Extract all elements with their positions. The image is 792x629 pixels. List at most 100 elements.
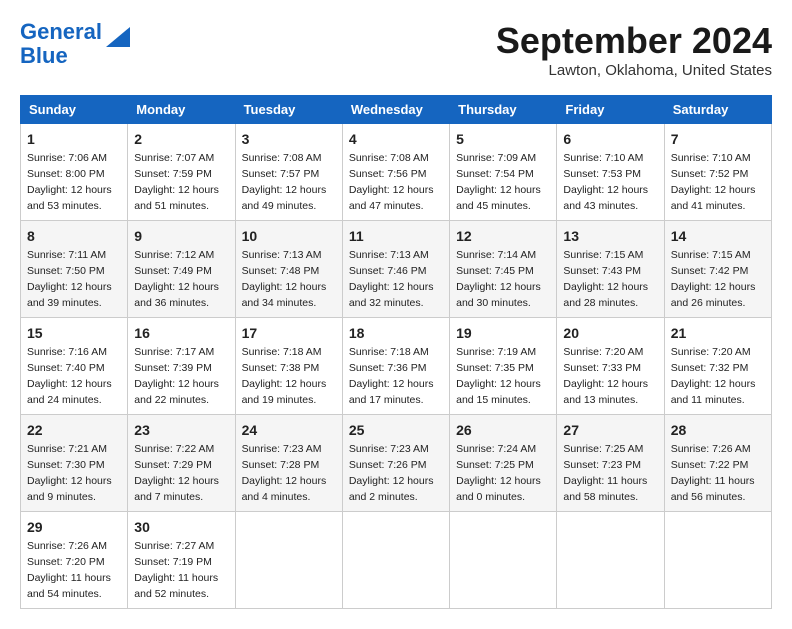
- day-detail: Sunrise: 7:20 AM Sunset: 7:33 PM Dayligh…: [563, 346, 648, 406]
- day-detail: Sunrise: 7:07 AM Sunset: 7:59 PM Dayligh…: [134, 152, 219, 212]
- day-detail: Sunrise: 7:15 AM Sunset: 7:42 PM Dayligh…: [671, 249, 756, 309]
- calendar-cell: 2 Sunrise: 7:07 AM Sunset: 7:59 PM Daylig…: [128, 124, 235, 221]
- calendar-cell: 5 Sunrise: 7:09 AM Sunset: 7:54 PM Daylig…: [450, 124, 557, 221]
- day-detail: Sunrise: 7:20 AM Sunset: 7:32 PM Dayligh…: [671, 346, 756, 406]
- location-subtitle: Lawton, Oklahoma, United States: [496, 62, 772, 79]
- day-detail: Sunrise: 7:15 AM Sunset: 7:43 PM Dayligh…: [563, 249, 648, 309]
- day-detail: Sunrise: 7:24 AM Sunset: 7:25 PM Dayligh…: [456, 443, 541, 503]
- calendar-cell: 29 Sunrise: 7:26 AM Sunset: 7:20 PM Dayli…: [21, 512, 128, 609]
- day-number: 2: [134, 129, 228, 149]
- day-detail: Sunrise: 7:16 AM Sunset: 7:40 PM Dayligh…: [27, 346, 112, 406]
- day-number: 15: [27, 323, 121, 343]
- calendar-cell: 30Sunrise: 7:27 AM Sunset: 7:19 PM Dayli…: [128, 512, 235, 609]
- day-number: 18: [349, 323, 443, 343]
- calendar-cell: 22 Sunrise: 7:21 AM Sunset: 7:30 PM Dayli…: [21, 415, 128, 512]
- day-number: 11: [349, 226, 443, 246]
- day-number: 5: [456, 129, 550, 149]
- day-detail: Sunrise: 7:10 AM Sunset: 7:53 PM Dayligh…: [563, 152, 648, 212]
- calendar-cell: 28 Sunrise: 7:26 AM Sunset: 7:22 PM Dayli…: [664, 415, 771, 512]
- calendar-cell: 13 Sunrise: 7:15 AM Sunset: 7:43 PM Dayli…: [557, 221, 664, 318]
- calendar-cell: 6 Sunrise: 7:10 AM Sunset: 7:53 PM Daylig…: [557, 124, 664, 221]
- day-number: 21: [671, 323, 765, 343]
- calendar-cell: 27Sunrise: 7:25 AM Sunset: 7:23 PM Dayli…: [557, 415, 664, 512]
- day-number: 19: [456, 323, 550, 343]
- day-number: 28: [671, 420, 765, 440]
- day-number: 17: [242, 323, 336, 343]
- weekday-header-monday: Monday: [128, 96, 235, 124]
- calendar-cell: 25 Sunrise: 7:23 AM Sunset: 7:26 PM Dayli…: [342, 415, 449, 512]
- day-number: 1: [27, 129, 121, 149]
- day-number: 16: [134, 323, 228, 343]
- day-detail: Sunrise: 7:14 AM Sunset: 7:45 PM Dayligh…: [456, 249, 541, 309]
- day-detail: Sunrise: 7:23 AM Sunset: 7:26 PM Dayligh…: [349, 443, 434, 503]
- day-detail: Sunrise: 7:08 AM Sunset: 7:57 PM Dayligh…: [242, 152, 327, 212]
- day-detail: Sunrise: 7:26 AM Sunset: 7:22 PM Dayligh…: [671, 443, 755, 503]
- calendar-cell: 26 Sunrise: 7:24 AM Sunset: 7:25 PM Dayli…: [450, 415, 557, 512]
- calendar-cell: 9 Sunrise: 7:12 AM Sunset: 7:49 PM Daylig…: [128, 221, 235, 318]
- calendar-cell: 17 Sunrise: 7:18 AM Sunset: 7:38 PM Dayli…: [235, 318, 342, 415]
- calendar-cell: [557, 512, 664, 609]
- day-detail: Sunrise: 7:27 AM Sunset: 7:19 PM Dayligh…: [134, 540, 218, 600]
- day-number: 29: [27, 517, 121, 537]
- calendar-cell: 11 Sunrise: 7:13 AM Sunset: 7:46 PM Dayli…: [342, 221, 449, 318]
- page-header: General Blue September 2024 Lawton, Okla…: [20, 20, 772, 79]
- weekday-header-saturday: Saturday: [664, 96, 771, 124]
- day-detail: Sunrise: 7:06 AM Sunset: 8:00 PM Dayligh…: [27, 152, 112, 212]
- day-detail: Sunrise: 7:08 AM Sunset: 7:56 PM Dayligh…: [349, 152, 434, 212]
- day-number: 9: [134, 226, 228, 246]
- calendar-week-row: 1 Sunrise: 7:06 AM Sunset: 8:00 PM Daylig…: [21, 124, 772, 221]
- day-number: 24: [242, 420, 336, 440]
- day-detail: Sunrise: 7:26 AM Sunset: 7:20 PM Dayligh…: [27, 540, 111, 600]
- day-detail: Sunrise: 7:17 AM Sunset: 7:39 PM Dayligh…: [134, 346, 219, 406]
- day-detail: Sunrise: 7:13 AM Sunset: 7:46 PM Dayligh…: [349, 249, 434, 309]
- calendar-cell: 7Sunrise: 7:10 AM Sunset: 7:52 PM Daylig…: [664, 124, 771, 221]
- day-number: 25: [349, 420, 443, 440]
- day-number: 8: [27, 226, 121, 246]
- day-detail: Sunrise: 7:09 AM Sunset: 7:54 PM Dayligh…: [456, 152, 541, 212]
- day-number: 22: [27, 420, 121, 440]
- day-detail: Sunrise: 7:11 AM Sunset: 7:50 PM Dayligh…: [27, 249, 112, 309]
- calendar-cell: 18 Sunrise: 7:18 AM Sunset: 7:36 PM Dayli…: [342, 318, 449, 415]
- day-number: 10: [242, 226, 336, 246]
- day-number: 7: [671, 129, 765, 149]
- day-detail: Sunrise: 7:18 AM Sunset: 7:36 PM Dayligh…: [349, 346, 434, 406]
- calendar-week-row: 22 Sunrise: 7:21 AM Sunset: 7:30 PM Dayli…: [21, 415, 772, 512]
- calendar-cell: 14 Sunrise: 7:15 AM Sunset: 7:42 PM Dayli…: [664, 221, 771, 318]
- calendar-cell: 8 Sunrise: 7:11 AM Sunset: 7:50 PM Daylig…: [21, 221, 128, 318]
- calendar-cell: 20 Sunrise: 7:20 AM Sunset: 7:33 PM Dayli…: [557, 318, 664, 415]
- calendar-cell: 16 Sunrise: 7:17 AM Sunset: 7:39 PM Dayli…: [128, 318, 235, 415]
- calendar-cell: [235, 512, 342, 609]
- day-detail: Sunrise: 7:21 AM Sunset: 7:30 PM Dayligh…: [27, 443, 112, 503]
- calendar-cell: [342, 512, 449, 609]
- day-number: 3: [242, 129, 336, 149]
- day-number: 13: [563, 226, 657, 246]
- logo: General Blue: [20, 20, 130, 68]
- calendar-cell: 4 Sunrise: 7:08 AM Sunset: 7:56 PM Daylig…: [342, 124, 449, 221]
- day-detail: Sunrise: 7:18 AM Sunset: 7:38 PM Dayligh…: [242, 346, 327, 406]
- calendar-cell: 19Sunrise: 7:19 AM Sunset: 7:35 PM Dayli…: [450, 318, 557, 415]
- calendar-cell: 1 Sunrise: 7:06 AM Sunset: 8:00 PM Daylig…: [21, 124, 128, 221]
- day-number: 4: [349, 129, 443, 149]
- calendar-cell: 12Sunrise: 7:14 AM Sunset: 7:45 PM Dayli…: [450, 221, 557, 318]
- logo-text: General Blue: [20, 20, 102, 68]
- day-detail: Sunrise: 7:13 AM Sunset: 7:48 PM Dayligh…: [242, 249, 327, 309]
- day-detail: Sunrise: 7:12 AM Sunset: 7:49 PM Dayligh…: [134, 249, 219, 309]
- day-number: 20: [563, 323, 657, 343]
- month-title: September 2024: [496, 20, 772, 62]
- calendar-week-row: 29 Sunrise: 7:26 AM Sunset: 7:20 PM Dayli…: [21, 512, 772, 609]
- day-number: 26: [456, 420, 550, 440]
- weekday-header-sunday: Sunday: [21, 96, 128, 124]
- day-detail: Sunrise: 7:25 AM Sunset: 7:23 PM Dayligh…: [563, 443, 647, 503]
- calendar-cell: 24Sunrise: 7:23 AM Sunset: 7:28 PM Dayli…: [235, 415, 342, 512]
- logo-arrow-icon: [106, 27, 130, 47]
- title-area: September 2024 Lawton, Oklahoma, United …: [496, 20, 772, 79]
- day-number: 6: [563, 129, 657, 149]
- day-number: 14: [671, 226, 765, 246]
- weekday-header-wednesday: Wednesday: [342, 96, 449, 124]
- calendar-cell: 15 Sunrise: 7:16 AM Sunset: 7:40 PM Dayli…: [21, 318, 128, 415]
- calendar-table: SundayMondayTuesdayWednesdayThursdayFrid…: [20, 95, 772, 609]
- day-detail: Sunrise: 7:22 AM Sunset: 7:29 PM Dayligh…: [134, 443, 219, 503]
- calendar-cell: 10 Sunrise: 7:13 AM Sunset: 7:48 PM Dayli…: [235, 221, 342, 318]
- calendar-cell: [450, 512, 557, 609]
- calendar-cell: 21 Sunrise: 7:20 AM Sunset: 7:32 PM Dayli…: [664, 318, 771, 415]
